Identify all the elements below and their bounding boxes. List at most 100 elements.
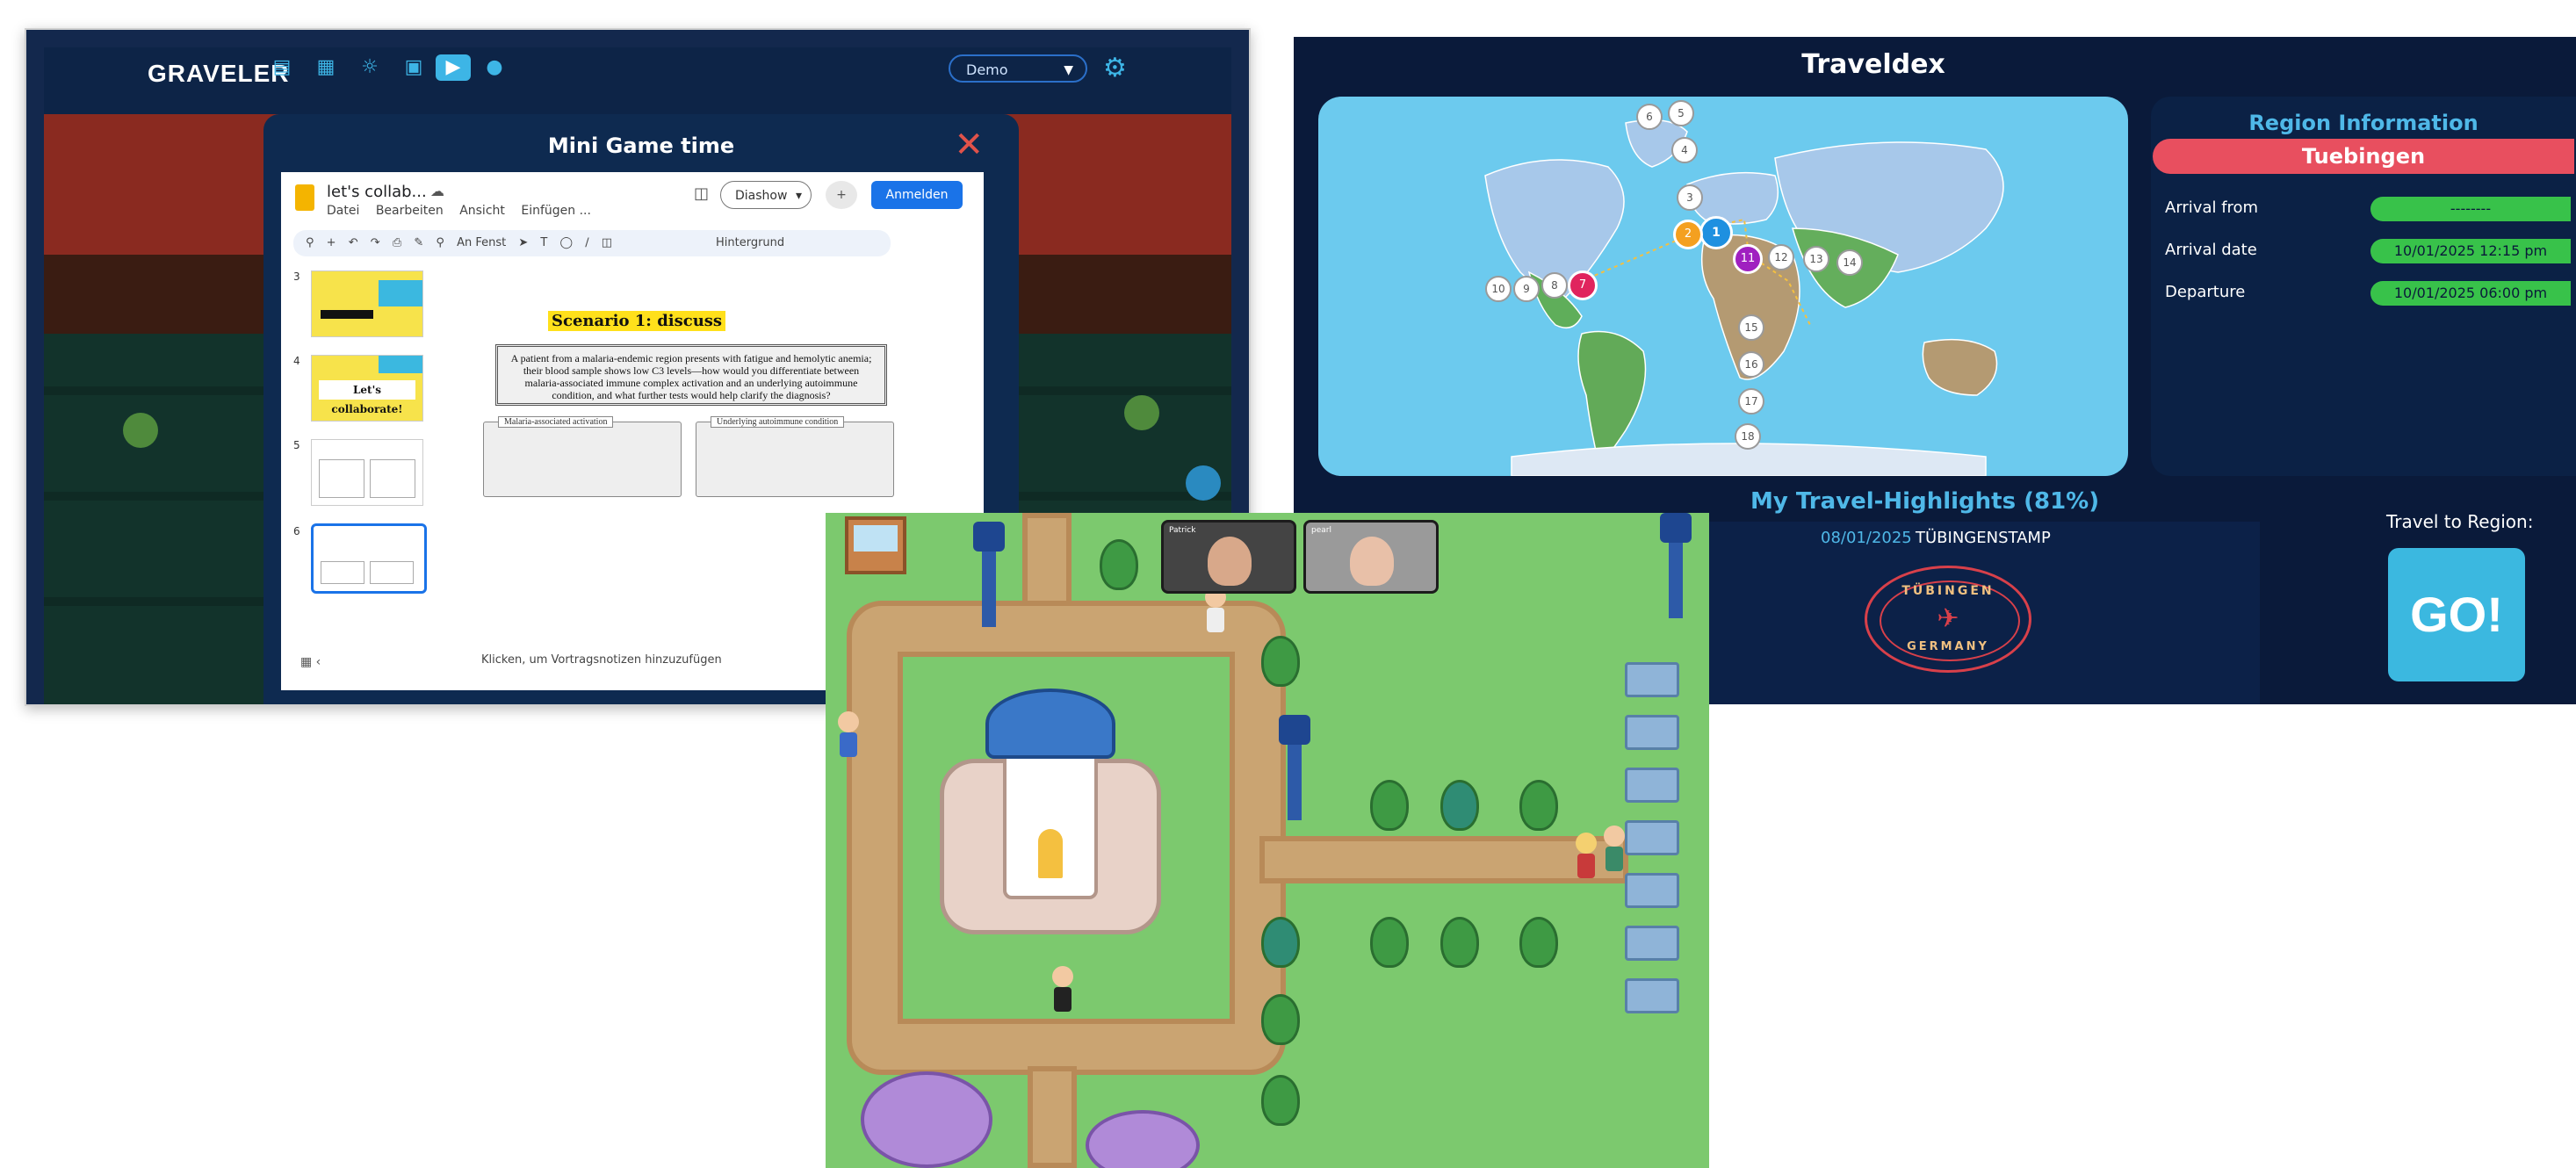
video-tile-patrick[interactable]: Patrick	[1161, 520, 1296, 594]
go-button[interactable]: GO!	[2388, 548, 2525, 681]
pin-13[interactable]: 13	[1803, 246, 1829, 272]
player-avatar[interactable]	[1574, 833, 1598, 882]
video-tile-pearl[interactable]: pearl	[1303, 520, 1439, 594]
pin-9[interactable]: 9	[1513, 276, 1540, 302]
doc-title[interactable]: let's collab...	[327, 183, 427, 201]
chair[interactable]	[1625, 715, 1679, 750]
autoimmune-condition-box[interactable]: Underlying autoimmune condition	[696, 416, 894, 497]
anmelden-button[interactable]: Anmelden	[871, 181, 963, 209]
comment-icon[interactable]: ◫	[694, 184, 709, 203]
pin-10[interactable]: 10	[1485, 276, 1512, 302]
central-fountain[interactable]	[940, 689, 1161, 952]
world-map[interactable]: 1 2 3 4 5 6 7 8 9 10 11 12 13 14 15 16 1…	[1318, 97, 2128, 476]
fountain-door[interactable]	[1038, 829, 1063, 878]
slide-thumbnails: 3 4 Let's collaborate! 5 6	[293, 270, 434, 639]
shape-icon[interactable]: ◯	[560, 236, 574, 249]
person-icon[interactable]: ●	[481, 54, 508, 81]
zoom-select[interactable]: An Fenst	[457, 236, 506, 249]
chair[interactable]	[1625, 926, 1679, 961]
slide-thumb-6[interactable]	[311, 523, 427, 594]
pin-5[interactable]: 5	[1668, 100, 1694, 126]
add-icon[interactable]: +	[327, 236, 336, 249]
add-person-icon[interactable]: +	[826, 181, 857, 209]
comment-add-icon[interactable]: ◫	[602, 236, 612, 249]
chair[interactable]	[1625, 978, 1679, 1013]
pin-6[interactable]: 6	[1636, 104, 1663, 130]
avatar-head	[1052, 966, 1073, 987]
game-world-view[interactable]: Patrick pearl	[826, 513, 1709, 1168]
travel-highlights-panel: 08/01/2025 TÜBINGENSTAMP TÜBINGEN ✈ GERM…	[1645, 522, 2260, 704]
pin-7[interactable]: 7	[1568, 270, 1598, 300]
chair[interactable]	[1625, 820, 1679, 855]
speaker-notes[interactable]: Klicken, um Vortragsnotizen hinzuzufügen	[481, 653, 722, 667]
tree	[1440, 917, 1479, 968]
pin-15[interactable]: 15	[1738, 314, 1764, 341]
chair[interactable]	[1625, 873, 1679, 908]
gamepad-icon[interactable]: ▶	[436, 54, 471, 81]
street-lamp	[1279, 715, 1310, 820]
chevron-down-icon[interactable]: ▾	[796, 182, 802, 210]
thumb-shape	[379, 280, 422, 306]
tree	[1519, 780, 1558, 831]
hintergrund-button[interactable]: Hintergrund	[716, 230, 784, 256]
avatar-body	[1054, 987, 1072, 1012]
avatar-head	[1576, 833, 1597, 854]
calculator-icon[interactable]: ▣	[400, 54, 427, 81]
menu-ansicht[interactable]: Ansicht	[459, 204, 505, 218]
pin-1[interactable]: 1	[1699, 216, 1733, 249]
select-cursor-icon[interactable]: ➤	[518, 236, 528, 249]
pin-8[interactable]: 8	[1541, 272, 1568, 299]
stamp-bottom-text: GERMANY	[1907, 640, 1989, 653]
print-icon[interactable]: ⎙	[393, 236, 401, 249]
slide-thumb-3[interactable]	[311, 270, 423, 337]
pin-14[interactable]: 14	[1836, 249, 1863, 276]
pin-2[interactable]: 2	[1673, 220, 1703, 249]
malaria-activation-box[interactable]: Malaria-associated activation	[483, 416, 682, 497]
chair[interactable]	[1625, 662, 1679, 697]
pin-17[interactable]: 17	[1738, 388, 1764, 415]
player-avatar[interactable]	[836, 711, 861, 761]
redo-icon[interactable]: ↷	[371, 236, 380, 249]
notice-board[interactable]	[845, 516, 906, 574]
diashow-button[interactable]: Diashow ▾	[720, 181, 812, 209]
text-box-icon[interactable]: T	[540, 236, 547, 249]
pin-4[interactable]: 4	[1671, 137, 1698, 163]
undo-icon[interactable]: ↶	[349, 236, 358, 249]
player-avatar[interactable]	[1602, 826, 1627, 875]
dirt-path	[1022, 513, 1072, 609]
pin-3[interactable]: 3	[1677, 184, 1703, 211]
search-icon[interactable]: ⚲	[306, 236, 314, 249]
chair[interactable]	[1625, 768, 1679, 803]
zoom-icon[interactable]: ⚲	[436, 236, 444, 249]
tree	[1261, 636, 1300, 687]
chart-icon[interactable]: ▦	[313, 54, 339, 81]
pin-16[interactable]: 16	[1738, 351, 1764, 378]
pin-11[interactable]: 11	[1733, 244, 1763, 274]
slide-thumb-5[interactable]	[311, 439, 423, 506]
gear-icon[interactable]: ⚙	[1103, 53, 1127, 83]
player-avatar[interactable]	[1203, 587, 1228, 636]
slide-body-text: A patient from a malaria-endemic region …	[495, 344, 887, 406]
globe-icon[interactable]: ☼	[357, 54, 383, 81]
paint-format-icon[interactable]: ✎	[414, 236, 423, 249]
menu-einfuegen[interactable]: Einfügen ...	[521, 204, 591, 218]
thumb-number: 6	[293, 525, 300, 537]
player-avatar[interactable]	[1050, 966, 1075, 1015]
pin-18[interactable]: 18	[1735, 423, 1761, 450]
australia[interactable]	[1922, 338, 1998, 396]
clipboard-icon[interactable]: ▤	[269, 54, 295, 81]
thumb-shape	[321, 310, 373, 319]
demo-select[interactable]: Demo ▼	[949, 54, 1087, 83]
pin-12[interactable]: 12	[1768, 244, 1794, 270]
tuebingen-stamp[interactable]: TÜBINGEN ✈ GERMANY	[1865, 566, 2031, 673]
close-icon[interactable]: ✕	[954, 125, 984, 165]
slide-thumb-4[interactable]: Let's collaborate!	[311, 355, 423, 422]
slide-title: Scenario 1: discuss	[548, 311, 726, 331]
board-screen	[854, 525, 898, 552]
menu-bearbeiten[interactable]: Bearbeiten	[376, 204, 444, 218]
tree	[1370, 917, 1409, 968]
phone-icon[interactable]	[1186, 465, 1221, 501]
grid-view-icon[interactable]: ▦ ‹	[300, 655, 321, 669]
menu-datei[interactable]: Datei	[327, 204, 359, 218]
line-icon[interactable]: ∕	[585, 236, 588, 249]
